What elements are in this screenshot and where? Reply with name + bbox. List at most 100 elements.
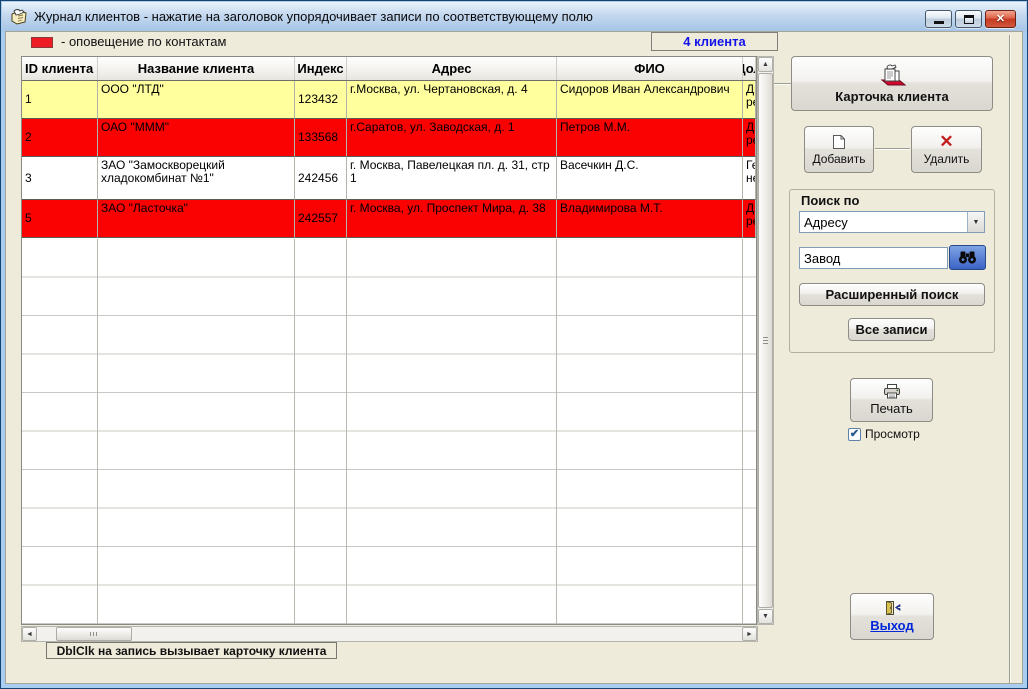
double-click-hint: DblClk на запись вызывает карточку клиен…: [46, 642, 337, 659]
column-header-position[interactable]: Дол: [743, 57, 756, 80]
all-records-button[interactable]: Все записи: [848, 318, 935, 341]
cell-fio: Сидоров Иван Александрович: [557, 81, 743, 119]
title-bar[interactable]: Журнал клиентов - нажатие на заголовок у…: [2, 2, 1026, 31]
column-header-id[interactable]: ID клиента: [22, 57, 98, 80]
grid-line: [294, 239, 295, 624]
cell-fio: Васечкин Д.С.: [557, 157, 743, 200]
client-card-label: Карточка клиента: [835, 89, 948, 104]
advanced-search-label: Расширенный поиск: [826, 287, 959, 302]
app-icon: [10, 8, 28, 25]
add-button[interactable]: Добавить: [804, 126, 874, 173]
horizontal-scrollbar-thumb[interactable]: [56, 627, 132, 641]
cell-id: 5: [22, 200, 98, 238]
cell-name: ЗАО "Ласточка": [98, 200, 295, 238]
cell-id: 3: [22, 157, 98, 200]
bevel-line: [1009, 35, 1010, 683]
add-label: Добавить: [812, 152, 865, 166]
dropdown-button[interactable]: ▼: [967, 212, 984, 232]
table-header-row: ID клиента Название клиента Индекс Адрес…: [22, 57, 756, 81]
print-label: Печать: [870, 401, 913, 416]
table-empty-rows: [22, 239, 756, 624]
window-title: Журнал клиентов - нажатие на заголовок у…: [34, 9, 593, 24]
cell-id: 1: [22, 81, 98, 119]
preview-label: Просмотр: [865, 427, 920, 441]
printer-icon: [883, 384, 901, 399]
checkmark-icon: ✔: [850, 429, 859, 440]
preview-checkbox[interactable]: ✔: [848, 428, 861, 441]
cell-fio: Владимирова М.Т.: [557, 200, 743, 238]
close-button[interactable]: ✕: [985, 10, 1016, 28]
preview-option[interactable]: ✔ Просмотр: [848, 427, 920, 441]
scrollbar-grip-icon: [90, 632, 99, 636]
table-row[interactable]: 5 ЗАО "Ласточка" 242557 г. Москва, ул. П…: [22, 200, 756, 238]
cell-index: 242456: [295, 157, 347, 200]
column-header-fio[interactable]: ФИО: [557, 57, 743, 80]
table-row[interactable]: 2 ОАО "МММ" 133568 г.Саратов, ул. Заводс…: [22, 119, 756, 157]
search-input[interactable]: [799, 247, 948, 269]
maximize-icon: [964, 15, 974, 24]
vertical-scrollbar-thumb[interactable]: [758, 73, 773, 608]
print-button[interactable]: Печать: [850, 378, 933, 422]
right-arrow-icon: ►: [746, 631, 753, 638]
exit-label: Выход: [870, 618, 913, 633]
horizontal-scrollbar[interactable]: ◄ ►: [21, 626, 758, 642]
delete-label: Удалить: [924, 152, 970, 166]
cell-fio: Петров М.М.: [557, 119, 743, 157]
client-count-badge: 4 клиента: [651, 32, 778, 51]
cell-position: Ди ре: [743, 200, 756, 238]
cell-name: ОАО "МММ": [98, 119, 295, 157]
search-field-value: Адресу: [800, 215, 967, 230]
all-records-label: Все записи: [855, 322, 927, 337]
maximize-button[interactable]: [955, 10, 982, 28]
scrollbar-grip-icon: [763, 337, 768, 345]
table-row[interactable]: 3 ЗАО "Замоскворецкий хладокомбинат №1" …: [22, 157, 756, 200]
table-row[interactable]: 1 ООО "ЛТД" 123432 г.Москва, ул. Чертано…: [22, 81, 756, 119]
legend-label: - оповещение по контактам: [61, 34, 226, 49]
cell-address: г. Москва, ул. Проспект Мира, д. 38: [347, 200, 557, 238]
cell-position: Ди ре: [743, 119, 756, 157]
vertical-scrollbar[interactable]: ▲ ▼: [757, 56, 774, 625]
delete-button[interactable]: ✕ Удалить: [911, 126, 982, 173]
new-document-icon: [832, 134, 846, 150]
cell-position: Ди ре: [743, 81, 756, 119]
search-group-label: Поиск по: [801, 193, 859, 208]
left-arrow-icon: ◄: [26, 631, 33, 638]
grid-line: [346, 239, 347, 624]
bevel-line: [875, 148, 910, 149]
cell-name: ЗАО "Замоскворецкий хладокомбинат №1": [98, 157, 295, 200]
close-icon: ✕: [996, 11, 1005, 27]
grid-line: [556, 239, 557, 624]
up-arrow-icon: ▲: [762, 61, 769, 68]
cell-index: 123432: [295, 81, 347, 119]
down-arrow-icon: ▼: [762, 613, 769, 620]
cell-address: г. Москва, Павелецкая пл. д. 31, стр 1: [347, 157, 557, 200]
app-window: Журнал клиентов - нажатие на заголовок у…: [0, 0, 1028, 689]
cell-address: г.Москва, ул. Чертановская, д. 4: [347, 81, 557, 119]
grid-line: [742, 239, 743, 624]
cell-name: ООО "ЛТД": [98, 81, 295, 119]
column-header-address[interactable]: Адрес: [347, 57, 557, 80]
cell-address: г.Саратов, ул. Заводская, д. 1: [347, 119, 557, 157]
cell-index: 242557: [295, 200, 347, 238]
cell-index: 133568: [295, 119, 347, 157]
client-card-icon: [879, 64, 906, 87]
exit-button[interactable]: Выход: [850, 593, 934, 640]
cell-position: Ге не: [743, 157, 756, 200]
column-header-name[interactable]: Название клиента: [98, 57, 295, 80]
exit-door-icon: [884, 600, 901, 616]
column-header-index[interactable]: Индекс: [295, 57, 347, 80]
search-field-select[interactable]: Адресу ▼: [799, 211, 985, 233]
cell-id: 2: [22, 119, 98, 157]
minimize-button[interactable]: [925, 10, 952, 28]
scroll-down-button[interactable]: ▼: [758, 609, 773, 624]
advanced-search-button[interactable]: Расширенный поиск: [799, 283, 985, 306]
delete-x-icon: ✕: [939, 134, 953, 150]
binoculars-icon: [958, 251, 977, 264]
scroll-right-button[interactable]: ►: [742, 627, 757, 641]
client-card-button[interactable]: Карточка клиента: [791, 56, 993, 111]
find-button[interactable]: [949, 245, 986, 270]
alert-color-swatch: [31, 37, 53, 48]
minimize-icon: [934, 21, 944, 24]
scroll-up-button[interactable]: ▲: [758, 57, 773, 72]
scroll-left-button[interactable]: ◄: [22, 627, 37, 641]
